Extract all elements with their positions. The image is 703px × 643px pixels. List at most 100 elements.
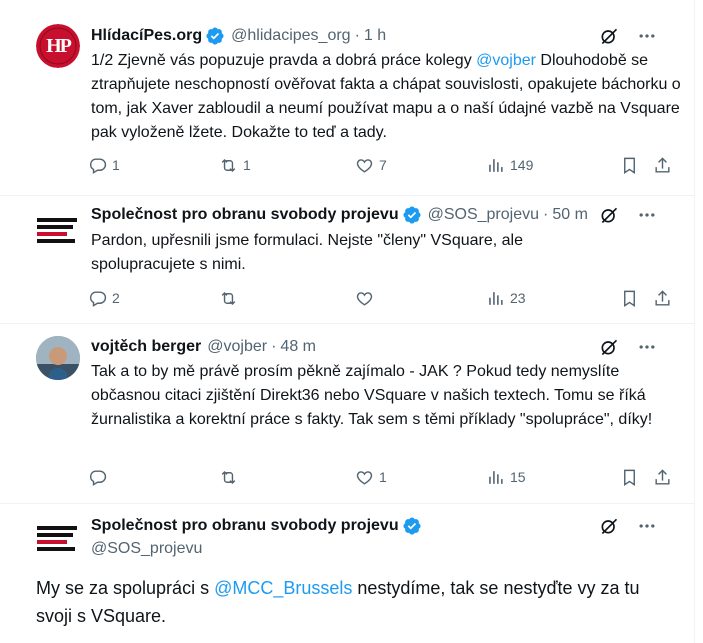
tweet-sos-focused[interactable]: Společnost pro obranu svobody projevu @S… [0, 504, 695, 643]
avatar[interactable] [36, 516, 80, 560]
conversation-thread: HP HlídacíPes.org @hlidacipes_org · 1 h … [0, 0, 695, 643]
more-icon[interactable] [637, 26, 657, 46]
bookmark-icon [624, 290, 635, 307]
tweet-sos-1[interactable]: Společnost pro obranu svobody projevu @S… [0, 196, 695, 324]
share-icon [655, 289, 670, 306]
bookmark-icon [624, 157, 635, 174]
tweet-time[interactable]: 48 m [280, 338, 316, 356]
more-icon[interactable] [637, 516, 657, 536]
tweet-header-actions [599, 205, 657, 225]
bookmark-button[interactable] [620, 153, 639, 177]
like-button[interactable]: 1 [355, 465, 387, 489]
reply-count: 1 [112, 157, 120, 173]
views-icon [489, 470, 503, 484]
reply-icon [89, 290, 107, 307]
author-name[interactable]: Společnost pro obranu svobody projevu [91, 517, 399, 535]
views-icon [489, 291, 503, 305]
views-button[interactable]: 23 [486, 286, 526, 310]
separator-dot: · [543, 206, 549, 223]
reply-button[interactable] [88, 465, 107, 489]
tweet-header-actions [599, 337, 657, 357]
verified-badge-icon [206, 27, 224, 45]
author-name[interactable]: Společnost pro obranu svobody projevu [91, 206, 399, 224]
views-button[interactable]: 15 [486, 465, 526, 489]
avatar[interactable] [36, 208, 80, 252]
share-icon [655, 468, 670, 485]
views-button[interactable]: 149 [486, 153, 533, 177]
author-handle[interactable]: @SOS_projevu [428, 206, 539, 224]
avatar[interactable] [36, 336, 80, 380]
like-icon [356, 470, 373, 485]
repost-count: 1 [243, 157, 251, 173]
bookmark-button[interactable] [620, 465, 639, 489]
mention-link[interactable]: @vojber [476, 52, 536, 69]
tweet-text: Pardon, upřesnili jsme formulaci. Nejste… [91, 232, 523, 273]
views-count: 15 [510, 469, 526, 485]
tweet-text: Tak a to by mě právě prosím pěkně zajíma… [91, 363, 653, 428]
bookmark-button[interactable] [620, 286, 639, 310]
grok-icon[interactable] [599, 337, 619, 357]
repost-button[interactable]: 1 [219, 153, 251, 177]
verified-badge-icon [403, 517, 421, 535]
views-icon [489, 158, 503, 172]
share-button[interactable] [653, 465, 672, 489]
like-count: 1 [379, 469, 387, 485]
sos-logo [36, 516, 80, 560]
repost-icon [221, 158, 236, 172]
tweet-actions: 1 15 [88, 465, 678, 489]
tweet-header: vojtěch berger @vojber · 48 m [91, 336, 675, 358]
tweet-header: Společnost pro obranu svobody projevu [91, 515, 675, 537]
tweet-header: Společnost pro obranu svobody projevu @S… [91, 204, 675, 226]
reply-button[interactable]: 2 [88, 286, 120, 310]
mention-link[interactable]: @MCC_Brussels [214, 578, 352, 598]
share-button[interactable] [653, 153, 672, 177]
reply-icon [89, 157, 107, 174]
views-count: 149 [510, 157, 534, 173]
repost-button[interactable] [219, 286, 238, 310]
more-icon[interactable] [637, 205, 657, 225]
separator-dot: · [271, 338, 277, 355]
grok-icon[interactable] [599, 205, 619, 225]
author-handle[interactable]: @hlidacipes_org [231, 27, 350, 45]
repost-icon [221, 470, 236, 484]
avatar-logo-text: HP [46, 34, 72, 57]
reply-button[interactable]: 1 [88, 153, 120, 177]
author-name[interactable]: vojtěch berger [91, 338, 201, 356]
tweet-header-actions [599, 26, 657, 46]
share-button[interactable] [653, 286, 672, 310]
author-handle[interactable]: @SOS_projevu [91, 540, 202, 558]
like-icon [356, 291, 373, 306]
tweet-time[interactable]: 50 m [552, 206, 588, 224]
tweet-text: My se za spolupráci s @MCC_Brussels nest… [36, 574, 676, 630]
like-icon [356, 158, 373, 173]
views-count: 23 [510, 290, 526, 306]
separator-dot: · [354, 27, 360, 44]
tweet-actions: 2 23 [88, 286, 678, 310]
tweet-time[interactable]: 1 h [364, 27, 386, 45]
tweet-text: 1/2 Zjevně vás popuzuje pravda a dobrá p… [91, 49, 681, 145]
grok-icon[interactable] [599, 516, 619, 536]
tweet-actions: 1 1 7 149 [88, 153, 678, 177]
tweet-text-part: My se za spolupráci s [36, 578, 215, 598]
author-name[interactable]: HlídacíPes.org [91, 27, 202, 45]
share-icon [655, 156, 670, 173]
tweet-text-part: 1/2 Zjevně vás popuzuje pravda a dobrá p… [91, 52, 477, 69]
tweet-header: HlídacíPes.org @hlidacipes_org · 1 h [91, 25, 675, 47]
like-count: 7 [379, 157, 387, 173]
repost-button[interactable] [219, 465, 238, 489]
profile-photo [36, 336, 80, 380]
grok-icon[interactable] [599, 26, 619, 46]
author-handle[interactable]: @vojber [207, 338, 267, 356]
reply-count: 2 [112, 290, 120, 306]
tweet-vojber[interactable]: vojtěch berger @vojber · 48 m Tak a to b… [0, 324, 695, 504]
repost-icon [221, 291, 236, 305]
more-icon[interactable] [637, 337, 657, 357]
avatar[interactable]: HP [36, 24, 80, 68]
bookmark-icon [624, 469, 635, 486]
sos-logo [36, 208, 80, 252]
verified-badge-icon [403, 206, 421, 224]
like-button[interactable]: 7 [355, 153, 387, 177]
tweet-header-actions [599, 516, 657, 536]
tweet-hlidacipes[interactable]: HP HlídacíPes.org @hlidacipes_org · 1 h … [0, 0, 695, 196]
like-button[interactable] [355, 286, 374, 310]
